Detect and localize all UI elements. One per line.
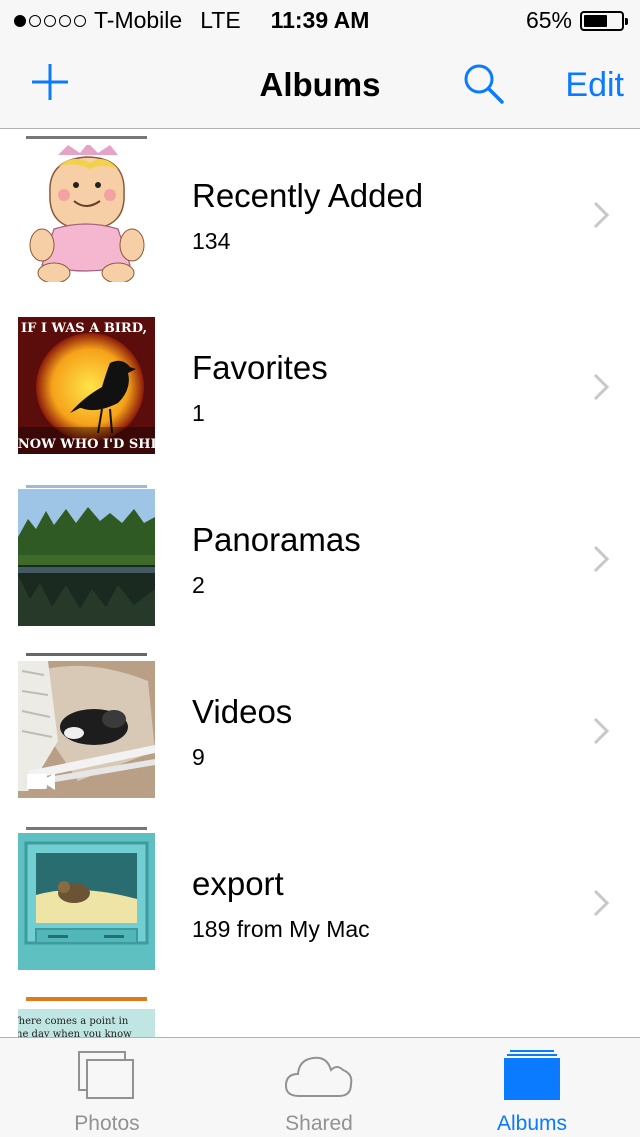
thumb-caption-bottom: I KNOW WHO I'D SHIT ON	[18, 437, 155, 452]
album-count: 189 from My Mac	[192, 916, 370, 942]
album-name: Panoramas	[192, 521, 361, 558]
album-name: Favorites	[192, 349, 328, 386]
album-name: Recently Added	[192, 177, 424, 214]
tab-photos[interactable]: Photos	[27, 1038, 187, 1137]
chevron-right-icon	[593, 889, 610, 917]
album-list: Recently Added 134 IF I WAS A BIRD, NOW …	[0, 129, 640, 1037]
thumb-caption-top: IF I WAS A BIRD,	[21, 321, 148, 336]
edit-button[interactable]: Edit	[565, 66, 624, 105]
album-name: Videos	[192, 693, 293, 730]
tab-label: Shared	[285, 1112, 353, 1135]
albums-icon	[504, 1050, 560, 1100]
lake-forest-thumbnail	[18, 489, 155, 626]
tab-bar: Photos Shared Albums	[0, 1037, 640, 1137]
album-row-videos[interactable]: Videos 9	[0, 645, 640, 817]
puppy-video-thumbnail	[18, 661, 155, 798]
battery-icon	[580, 10, 628, 31]
tab-albums[interactable]: Albums	[452, 1038, 612, 1137]
navigation-bar: Albums Edit	[0, 40, 640, 129]
album-row-partial[interactable]: There comes a point in the day when you …	[0, 989, 640, 1037]
album-row-favorites[interactable]: IF I WAS A BIRD, I KNOW WHO I'D SHIT ON …	[0, 301, 640, 473]
tab-shared[interactable]: Shared	[239, 1038, 399, 1137]
photos-icon	[78, 1051, 134, 1099]
battery-fill	[584, 14, 607, 27]
chevron-right-icon	[593, 373, 610, 401]
cloud-icon	[284, 1056, 353, 1097]
page-title: Albums	[259, 66, 381, 103]
dog-bed-thumbnail	[18, 833, 155, 970]
album-stack-edge	[26, 827, 147, 830]
album-row-export[interactable]: export 189 from My Mac	[0, 817, 640, 989]
album-count: 134	[192, 228, 231, 254]
album-name: export	[192, 865, 284, 902]
album-stack-edge	[26, 136, 147, 139]
album-row-recently-added[interactable]: Recently Added 134	[0, 129, 640, 301]
chevron-right-icon	[593, 717, 610, 745]
album-stack-edge	[26, 485, 147, 488]
thumb-quote-text: There comes a point in the day when you …	[18, 1016, 132, 1037]
tab-label: Photos	[74, 1112, 140, 1135]
status-right: 65%	[525, 7, 628, 34]
status-bar: T-Mobile LTE 11:39 AM 65%	[0, 0, 640, 40]
tab-label: Albums	[496, 1112, 568, 1135]
battery-percent: 65%	[525, 7, 572, 33]
chevron-right-icon	[593, 545, 610, 573]
album-count: 1	[192, 400, 205, 426]
album-stack-edge	[26, 997, 147, 1001]
bird-meme-thumbnail: IF I WAS A BIRD, I KNOW WHO I'D SHIT ON	[18, 317, 155, 454]
album-count: 2	[192, 572, 205, 598]
cartoon-baby-thumbnail	[18, 145, 155, 282]
album-stack-edge	[26, 653, 147, 656]
album-row-panoramas[interactable]: Panoramas 2	[0, 473, 640, 645]
text-quote-thumbnail: There comes a point in the day when you …	[18, 1009, 155, 1037]
chevron-right-icon	[593, 201, 610, 229]
search-icon[interactable]	[462, 62, 506, 106]
album-count: 9	[192, 744, 205, 770]
